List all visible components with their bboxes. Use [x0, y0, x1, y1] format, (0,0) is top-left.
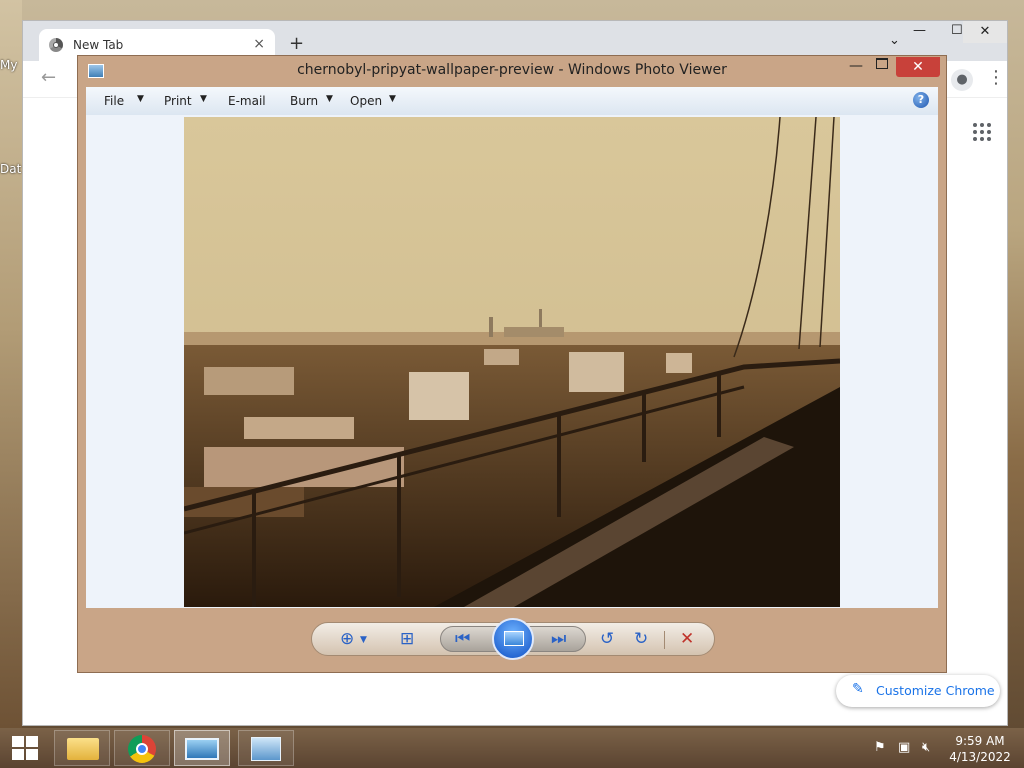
menu-email[interactable]: E-mail — [228, 94, 266, 108]
start-button-windows-icon[interactable] — [12, 736, 38, 760]
photo-viewer-menubar: File ▼ Print ▼ E-mail Burn ▼ Open ▼ ? — [86, 87, 938, 116]
photo-viewer-window: chernobyl-pripyat-wallpaper-preview - Wi… — [77, 55, 947, 673]
next-icon[interactable]: ⏭ — [551, 629, 566, 649]
pencil-icon: ✎ — [852, 681, 864, 697]
controls-separator — [664, 631, 665, 649]
photo-viewer-maximize-button[interactable] — [876, 58, 888, 69]
menu-burn[interactable]: Burn — [290, 94, 318, 108]
previous-icon[interactable]: ⏮ — [455, 629, 470, 649]
desktop-icon-label-dat[interactable]: Dat — [0, 162, 22, 176]
profile-avatar-icon[interactable]: ● — [951, 69, 973, 91]
delete-icon[interactable]: ✕ — [680, 629, 694, 649]
menu-file-dropdown-icon[interactable]: ▼ — [137, 94, 144, 104]
google-apps-grid-icon[interactable] — [973, 123, 991, 141]
menu-print[interactable]: Print — [164, 94, 192, 108]
menu-open-dropdown-icon[interactable]: ▼ — [389, 94, 396, 104]
photo-viewer-icon — [185, 738, 219, 760]
desktop-icon-label-my[interactable]: My — [0, 58, 22, 72]
menu-burn-dropdown-icon[interactable]: ▼ — [326, 94, 333, 104]
clock-date: 4/13/2022 — [949, 750, 1011, 764]
customize-chrome-label: Customize Chrome — [876, 683, 995, 698]
zoom-icon[interactable]: ⊕ — [340, 629, 354, 649]
photo-viewer-minimize-button[interactable]: — — [849, 58, 863, 74]
photo-viewer-title: chernobyl-pripyat-wallpaper-preview - Wi… — [297, 62, 727, 78]
taskbar-photo-viewer[interactable] — [174, 730, 230, 766]
taskbar-file-explorer[interactable] — [54, 730, 110, 766]
tab-close-icon[interactable]: × — [253, 36, 265, 52]
pripyat-photo-image — [184, 117, 840, 607]
new-tab-button[interactable]: + — [289, 33, 304, 54]
taskbar: ⚑ ▣ 🔇︎ 9:59 AM 4/13/2022 — [0, 728, 1024, 768]
folder-icon — [67, 738, 99, 760]
control-panel-icon — [251, 737, 281, 761]
desktop-background — [0, 0, 22, 728]
chrome-icon — [128, 735, 156, 763]
chrome-menu-button[interactable]: ⋮ — [987, 67, 1005, 88]
tab-search-chevron-icon[interactable]: ⌄ — [889, 33, 900, 48]
action-center-flag-icon[interactable]: ⚑ — [874, 740, 886, 755]
menu-open[interactable]: Open — [350, 94, 382, 108]
photo-viewer-titlebar[interactable]: chernobyl-pripyat-wallpaper-preview - Wi… — [78, 56, 946, 86]
zoom-dropdown-icon[interactable]: ▼ — [360, 635, 367, 645]
menu-print-dropdown-icon[interactable]: ▼ — [200, 94, 207, 104]
pripyat-photo — [184, 117, 840, 607]
photo-viewer-controls: ⊕ ▼ ⊞ ⏮ ⏭ ↺ ↻ ✕ — [311, 618, 715, 660]
slideshow-icon[interactable] — [492, 618, 534, 660]
taskbar-clock[interactable]: 9:59 AM 4/13/2022 — [948, 733, 1012, 765]
chrome-minimize-button[interactable]: — — [913, 23, 926, 38]
help-icon[interactable]: ? — [913, 92, 929, 108]
photo-viewer-close-button[interactable]: ✕ — [896, 57, 940, 77]
volume-muted-icon[interactable]: 🔇︎ — [922, 740, 930, 755]
clock-time: 9:59 AM — [955, 734, 1005, 748]
customize-chrome-button[interactable]: ✎ Customize Chrome — [836, 675, 1000, 707]
back-button[interactable]: ← — [41, 67, 56, 88]
rotate-clockwise-icon[interactable]: ↻ — [634, 629, 648, 649]
fit-window-icon[interactable]: ⊞ — [400, 629, 414, 649]
photo-viewing-area — [86, 115, 938, 608]
taskbar-control-panel[interactable] — [238, 730, 294, 766]
taskbar-chrome[interactable] — [114, 730, 170, 766]
menu-file[interactable]: File — [104, 94, 124, 108]
chrome-maximize-button[interactable]: ☐ — [951, 23, 963, 38]
chrome-favicon-icon — [49, 38, 63, 52]
chrome-close-button[interactable]: ✕ — [963, 21, 1007, 43]
rotate-counterclockwise-icon[interactable]: ↺ — [600, 629, 614, 649]
tab-title: New Tab — [73, 38, 124, 52]
network-icon[interactable]: ▣ — [898, 740, 910, 755]
